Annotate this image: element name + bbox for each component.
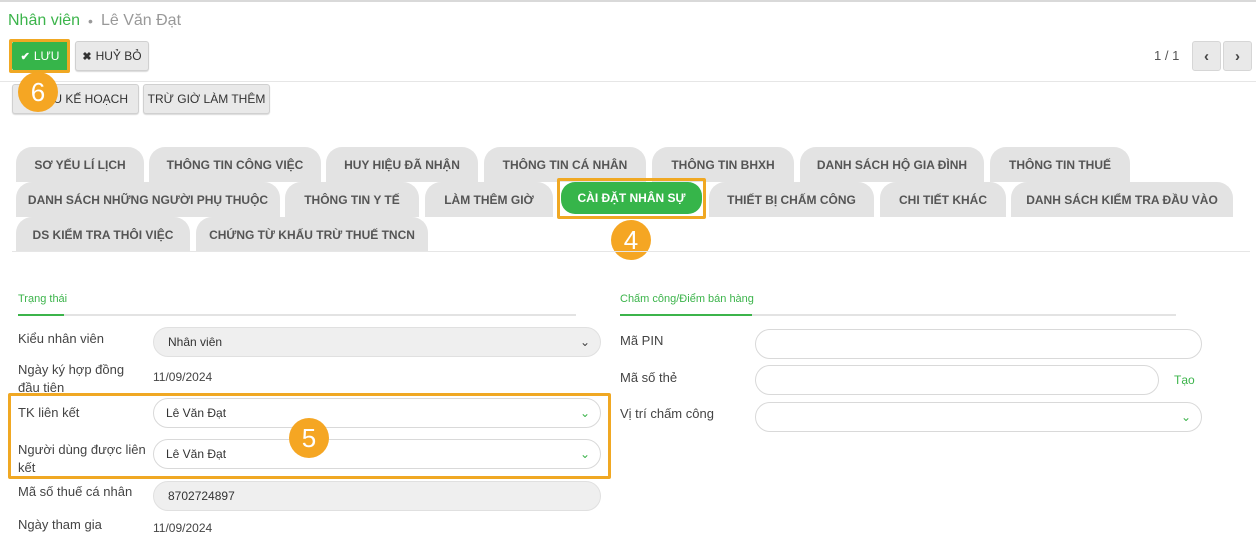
- pin-label: Mã PIN: [620, 333, 664, 348]
- attendance-section-underline: [620, 314, 1176, 316]
- first-contract-label: Ngày ký hợp đồng đầu tiên: [18, 362, 125, 395]
- employee-type-select[interactable]: Nhân viên ⌄: [153, 327, 601, 357]
- card-number-label: Mã số thẻ: [620, 370, 678, 385]
- status-section-underline: [18, 314, 576, 316]
- pager-counter: 1 / 1: [1154, 48, 1180, 63]
- save-button[interactable]: ✔ LƯU: [12, 41, 68, 71]
- tax-id-field[interactable]: 8702724897: [153, 481, 601, 511]
- tab-offboarding-checklist[interactable]: DS KIỂM TRA THÔI VIỆC: [16, 217, 190, 252]
- attendance-location-label: Vị trí chấm công: [620, 406, 714, 421]
- tab-badges[interactable]: HUY HIỆU ĐÃ NHẬN: [326, 147, 478, 182]
- employee-type-label: Kiểu nhân viên: [18, 331, 105, 346]
- tax-id-value: 8702724897: [168, 489, 235, 503]
- top-border: [0, 0, 1256, 2]
- attendance-section-title: Chấm công/Điểm bán hàng: [620, 293, 754, 305]
- status-section-title: Trạng thái: [18, 293, 68, 305]
- toolbar-divider: [0, 81, 1256, 82]
- tab-resume[interactable]: SƠ YẾU LÍ LỊCH: [16, 147, 144, 182]
- tax-id-label: Mã số thuế cá nhân: [18, 484, 133, 499]
- tab-other-details[interactable]: CHI TIẾT KHÁC: [880, 182, 1006, 217]
- breadcrumb: Nhân viên • Lê Văn Đạt: [8, 12, 181, 30]
- tab-onboarding-checklist[interactable]: DANH SÁCH KIỂM TRA ĐẦU VÀO: [1011, 182, 1233, 217]
- chevron-down-icon: ⌄: [579, 335, 590, 349]
- step-badge-linked: 5: [289, 418, 329, 458]
- breadcrumb-current: Lê Văn Đạt: [100, 12, 182, 29]
- pager-prev-button[interactable]: ‹: [1192, 41, 1221, 71]
- linked-account-label: TK liên kết: [18, 405, 80, 420]
- tab-job-info[interactable]: THÔNG TIN CÔNG VIỆC: [149, 147, 321, 182]
- tabs-divider: [12, 251, 1250, 252]
- pin-input[interactable]: [755, 329, 1202, 359]
- tab-tax-info[interactable]: THÔNG TIN THUẾ: [990, 147, 1130, 182]
- chevron-right-icon: ›: [1235, 47, 1240, 65]
- linked-user-select[interactable]: Lê Văn Đạt ⌄: [153, 439, 601, 469]
- linked-account-value: Lê Văn Đạt: [166, 406, 227, 420]
- employee-type-value: Nhân viên: [168, 335, 223, 349]
- tab-tax-withholding[interactable]: CHỨNG TỪ KHẤU TRỪ THUẾ TNCN: [196, 217, 428, 252]
- create-card-link[interactable]: Tạo: [1174, 373, 1195, 387]
- linked-user-label: Người dùng được liên kết: [18, 442, 146, 475]
- chevron-down-icon: ⌄: [1180, 410, 1191, 424]
- step-badge-save: 6: [18, 72, 58, 112]
- cancel-label: HUỶ BỎ: [95, 49, 142, 63]
- tab-timekeeping-devices[interactable]: THIẾT BỊ CHẤM CÔNG: [709, 182, 874, 217]
- tab-household[interactable]: DANH SÁCH HỘ GIA ĐÌNH: [800, 147, 984, 182]
- cancel-button[interactable]: ✖ HUỶ BỎ: [75, 41, 149, 71]
- linked-user-value: Lê Văn Đạt: [166, 447, 227, 461]
- tab-personal-info[interactable]: THÔNG TIN CÁ NHÂN: [484, 147, 646, 182]
- check-icon: ✔: [20, 50, 30, 63]
- tab-dependents[interactable]: DANH SÁCH NHỮNG NGƯỜI PHỤ THUỘC: [16, 182, 280, 217]
- breadcrumb-root[interactable]: Nhân viên: [8, 12, 80, 30]
- pager-next-button[interactable]: ›: [1223, 41, 1252, 71]
- tab-health-info[interactable]: THÔNG TIN Y TẾ: [285, 182, 419, 217]
- card-number-input[interactable]: [755, 365, 1159, 395]
- step-badge-tab: 4: [611, 220, 651, 260]
- tab-social-insurance[interactable]: THÔNG TIN BHXH: [652, 147, 794, 182]
- chevron-down-icon: ⌄: [579, 447, 590, 461]
- tab-overtime[interactable]: LÀM THÊM GIỜ: [425, 182, 553, 217]
- chevron-down-icon: ⌄: [579, 406, 590, 420]
- join-date-label: Ngày tham gia: [18, 517, 102, 532]
- save-label: LƯU: [33, 49, 60, 63]
- breadcrumb-separator: •: [88, 13, 93, 29]
- chevron-left-icon: ‹: [1204, 47, 1209, 65]
- attendance-location-select[interactable]: ⌄: [755, 402, 1202, 432]
- tab-hr-settings[interactable]: CÀI ĐẶT NHÂN SỰ: [561, 182, 702, 214]
- overtime-label: TRỪ GIỜ LÀM THÊM: [147, 92, 266, 106]
- first-contract-value: 11/09/2024: [153, 370, 213, 384]
- linked-account-select[interactable]: Lê Văn Đạt ⌄: [153, 398, 601, 428]
- join-date-value: 11/09/2024: [153, 521, 213, 535]
- close-icon: ✖: [82, 50, 92, 63]
- deduct-overtime-button[interactable]: TRỪ GIỜ LÀM THÊM: [143, 84, 270, 114]
